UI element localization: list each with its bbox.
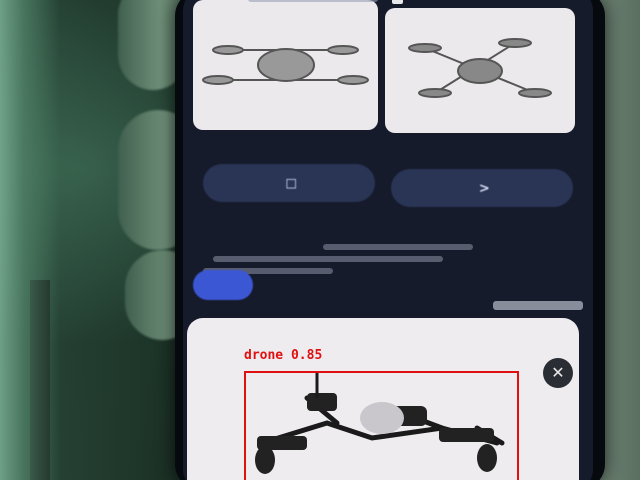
screen-button-right[interactable]: ☐ [203,164,375,202]
detection-class: drone [244,348,284,363]
screen-button-left[interactable]: < [391,169,573,207]
window-frame [30,280,50,480]
detection-label: drone 0.85 [244,348,322,363]
checkbox-icon[interactable] [392,0,403,4]
detection-box [244,371,519,480]
screen-small-button[interactable] [193,270,253,300]
drone-icon [408,38,552,98]
back-arrow-icon: < [474,180,490,196]
section-title-bar [493,301,583,310]
checkbox-icon: ☐ [280,175,298,191]
text-bar-2 [213,256,443,262]
text-bar-1 [323,244,473,250]
close-circle-icon[interactable]: ✕ [543,358,573,388]
camera-frame: < ☐ ✕ drone 0.85 [0,0,640,480]
drone-card-left [385,8,575,133]
drone-icon [202,45,369,85]
detection-confidence: 0.85 [290,348,323,363]
drone-card-right [193,0,378,130]
status-bar-text [248,0,378,2]
